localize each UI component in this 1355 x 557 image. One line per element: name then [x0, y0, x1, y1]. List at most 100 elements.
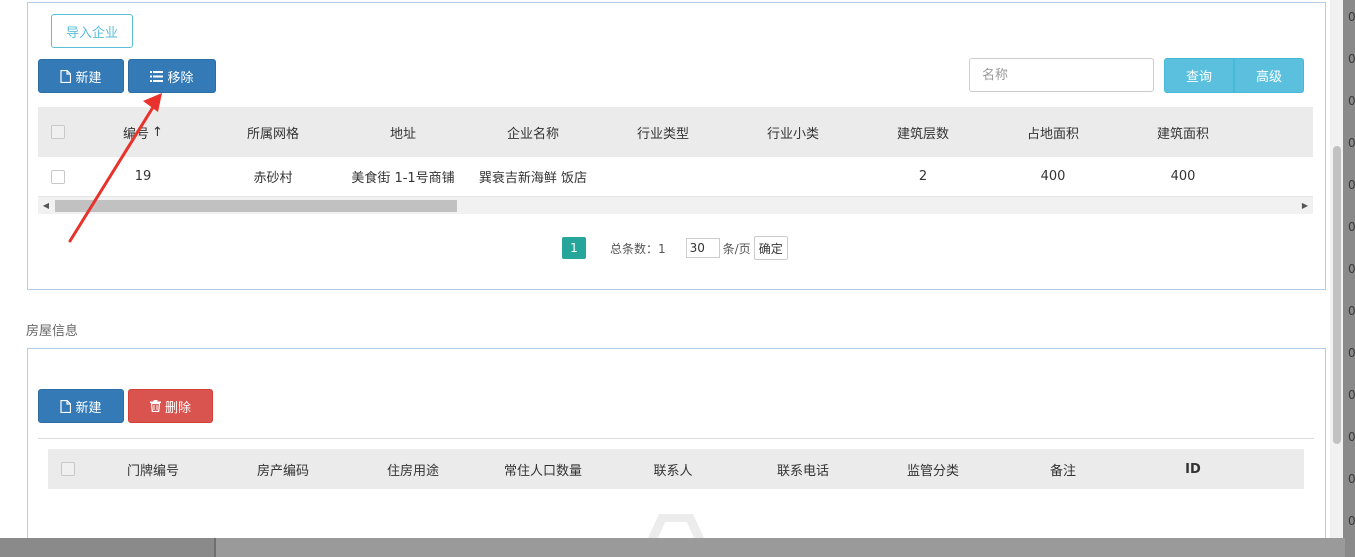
- per-page-label: 条/页: [722, 241, 751, 256]
- modal-vertical-scrollbar[interactable]: [1330, 0, 1343, 538]
- background-digit: 0: [1348, 472, 1355, 486]
- sort-ascending-icon: ↑: [152, 124, 163, 140]
- cell-industry-type: [598, 157, 728, 196]
- select-all-cell: [38, 107, 78, 157]
- trash-icon: [149, 400, 161, 412]
- column-header-remarks[interactable]: 备注: [998, 449, 1128, 489]
- house-delete-button[interactable]: 删除: [128, 389, 213, 423]
- column-header-land-area[interactable]: 占地面积: [988, 107, 1118, 157]
- background-digit: 0: [1348, 262, 1355, 276]
- cell-extra: [1248, 157, 1313, 196]
- house-new-button[interactable]: 新建: [38, 389, 124, 423]
- import-company-label: 导入企业: [65, 25, 118, 41]
- column-header-label: 住房用途: [386, 463, 439, 479]
- column-header-label: 联系人: [653, 463, 693, 479]
- column-header-floors[interactable]: 建筑层数: [858, 107, 988, 157]
- background-digit: 0: [1348, 346, 1355, 360]
- column-header-property-code[interactable]: 房产编码: [218, 449, 348, 489]
- select-all-cell: [48, 449, 88, 489]
- file-icon: [60, 399, 72, 413]
- file-icon: [60, 69, 72, 83]
- column-header-housing-use[interactable]: 住房用途: [348, 449, 478, 489]
- column-header-id[interactable]: ID: [1128, 449, 1258, 489]
- cell-grid: 赤砂村: [253, 171, 293, 186]
- column-header-company-name[interactable]: 企业名称: [468, 107, 598, 157]
- company-name-search-input[interactable]: [969, 58, 1154, 92]
- loading-spinner-icon: [648, 514, 704, 538]
- pagination-confirm-button[interactable]: 确定: [753, 236, 788, 260]
- house-section-title: 房屋信息: [26, 324, 79, 339]
- import-company-button[interactable]: 导入企业: [51, 14, 133, 48]
- column-header-label: 联系电话: [776, 463, 829, 479]
- company-remove-button[interactable]: 移除: [128, 59, 216, 93]
- list-icon: [150, 70, 164, 82]
- select-all-checkbox[interactable]: [51, 125, 65, 139]
- company-new-label: 新建: [75, 70, 102, 86]
- scroll-right-icon[interactable]: ▶: [1297, 197, 1313, 214]
- background-digit: 0: [1348, 52, 1355, 66]
- column-header-label: 门牌编号: [126, 463, 179, 479]
- column-header-building-area[interactable]: 建筑面积: [1118, 107, 1248, 157]
- house-delete-label: 删除: [164, 400, 191, 416]
- column-header-label: 编号: [123, 126, 150, 142]
- column-header-label: 备注: [1049, 463, 1076, 479]
- background-digit: 0: [1348, 10, 1355, 24]
- page-size-input[interactable]: [685, 238, 720, 258]
- column-header-id[interactable]: 编号 ↑: [78, 107, 208, 157]
- column-header-building-truncated[interactable]: 建筑: [1248, 107, 1313, 157]
- column-header-phone[interactable]: 联系电话: [738, 449, 868, 489]
- query-label: 查询: [1185, 70, 1212, 85]
- background-digit: 0: [1348, 178, 1355, 192]
- house-new-label: 新建: [75, 400, 102, 416]
- column-header-label: 建筑面积: [1156, 126, 1209, 142]
- advanced-search-button[interactable]: 高级: [1234, 58, 1304, 93]
- scrollbar-thumb[interactable]: [1333, 146, 1341, 444]
- column-header-label: 企业名称: [506, 126, 559, 142]
- scrollbar-thumb[interactable]: [55, 200, 457, 212]
- column-header-label: 房产编码: [256, 463, 309, 479]
- background-digit: 0: [1348, 136, 1355, 150]
- row-select-cell: [38, 157, 78, 196]
- cell-company-name: 巽衰吉新海鲜 饭店: [478, 171, 588, 186]
- background-digit: 0: [1348, 514, 1355, 528]
- section-divider: [38, 438, 1314, 439]
- background-digit: 0: [1348, 388, 1355, 402]
- column-header-door-number[interactable]: 门牌编号: [88, 449, 218, 489]
- select-all-checkbox[interactable]: [61, 462, 75, 476]
- company-table-header: 编号 ↑ 所属网格 地址 企业名称 行业类型 行业小类 建筑层数 占地面积 建筑…: [38, 107, 1313, 157]
- column-header-label: ID: [1185, 461, 1201, 477]
- company-remove-label: 移除: [167, 70, 194, 86]
- column-header-industry-type[interactable]: 行业类型: [598, 107, 728, 157]
- page-number-button[interactable]: 1: [562, 237, 586, 259]
- cell-address: 美食街 1-1号商铺: [351, 171, 455, 186]
- column-header-label: 行业小类: [766, 126, 819, 142]
- company-new-button[interactable]: 新建: [38, 59, 124, 93]
- column-header-label: 地址: [389, 126, 416, 142]
- cell-id: 19: [134, 169, 152, 184]
- table-row[interactable]: 19 赤砂村 美食街 1-1号商铺 巽衰吉新海鲜 饭店 2 400 400: [38, 157, 1313, 196]
- pagination: 1 总条数：1 条/页 确定: [562, 236, 788, 260]
- column-header-label: 建筑层数: [896, 126, 949, 142]
- scroll-left-icon[interactable]: ◀: [38, 197, 54, 214]
- column-header-label: 占地面积: [1026, 126, 1079, 142]
- advanced-label: 高级: [1255, 70, 1282, 85]
- cell-floors: 2: [918, 169, 928, 184]
- background-digit: 0: [1348, 94, 1355, 108]
- column-header-industry-sub[interactable]: 行业小类: [728, 107, 858, 157]
- column-header-contact[interactable]: 联系人: [608, 449, 738, 489]
- background-digit: 0: [1348, 304, 1355, 318]
- modal-dialog: 导入企业 新建 移除 查询 高级 编号 ↑ 所属网格 地址 企业名称 行业类型 …: [0, 0, 1343, 538]
- background-digit: 0: [1348, 220, 1355, 234]
- house-table-header: 门牌编号 房产编码 住房用途 常住人口数量 联系人 联系电话 监管分类 备注 I…: [48, 449, 1304, 489]
- column-header-resident-count[interactable]: 常住人口数量: [478, 449, 608, 489]
- table-horizontal-scrollbar[interactable]: ◀ ▶: [38, 196, 1313, 214]
- column-header-grid[interactable]: 所属网格: [208, 107, 338, 157]
- query-button[interactable]: 查询: [1164, 58, 1234, 93]
- row-checkbox[interactable]: [51, 169, 65, 184]
- cell-building-area: 400: [1170, 169, 1196, 184]
- total-count-label: 总条数：1: [610, 241, 666, 256]
- column-header-address[interactable]: 地址: [338, 107, 468, 157]
- background-digit: 0: [1348, 430, 1355, 444]
- cell-land-area: 400: [1040, 169, 1066, 184]
- column-header-supervision[interactable]: 监管分类: [868, 449, 998, 489]
